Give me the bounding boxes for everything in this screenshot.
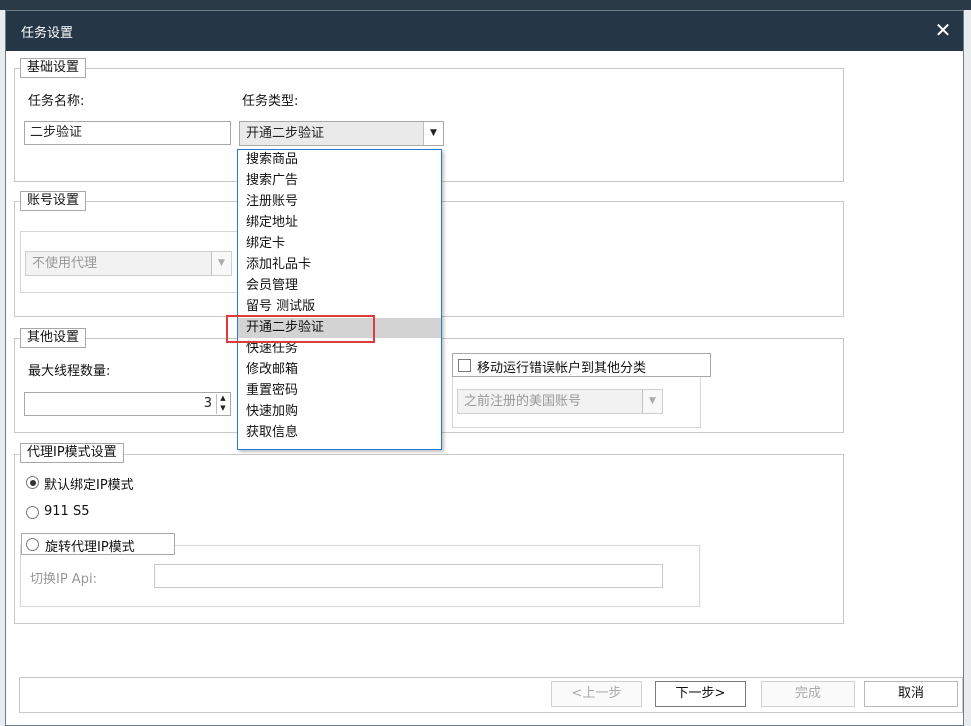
task-name-label: 任务名称: [28, 94, 85, 109]
other-settings-legend: 其他设置 [20, 328, 87, 348]
account-settings-legend: 账号设置 [20, 191, 87, 211]
background-app-right-edge [964, 10, 971, 726]
selection-highlight-box [226, 315, 375, 343]
dropdown-item[interactable]: 修改邮箱 [238, 360, 441, 380]
dropdown-item[interactable]: 绑定卡 [238, 234, 441, 254]
chevron-down-icon[interactable]: ▼ [642, 390, 662, 413]
radio-rotate[interactable] [26, 538, 39, 551]
background-app-header [0, 0, 971, 10]
category-select[interactable]: 之前注册的美国账号 ▼ [457, 389, 663, 414]
switch-api-label: 切换IP Api: [30, 572, 97, 587]
option-rotate-label: 旋转代理IP模式 [45, 540, 135, 555]
spinner[interactable]: ▲ ▼ [216, 394, 229, 414]
dropdown-item[interactable]: 搜索广告 [238, 171, 441, 191]
move-error-checkbox-row[interactable]: 移动运行错误帐户到其他分类 [452, 353, 711, 377]
max-threads-value: 3 [203, 396, 212, 411]
move-error-checkbox[interactable] [458, 359, 471, 372]
option-911-label: 911 S5 [44, 504, 90, 519]
dropdown-item[interactable]: 注册账号 [238, 192, 441, 212]
dropdown-item[interactable]: 绑定地址 [238, 213, 441, 233]
cancel-button[interactable]: 取消 [864, 681, 958, 707]
task-type-select-value: 开通二步验证 [246, 126, 325, 141]
spin-up-icon[interactable]: ▲ [217, 394, 229, 403]
max-threads-input[interactable]: 3 ▲ ▼ [24, 392, 231, 416]
dropdown-item[interactable]: 留号 测试版 [238, 297, 441, 317]
move-error-label: 移动运行错误帐户到其他分类 [477, 361, 647, 376]
task-type-label: 任务类型: [242, 94, 299, 109]
radio-911[interactable] [26, 506, 39, 519]
prev-button[interactable]: <上一步 [551, 681, 642, 707]
proxy-select[interactable]: 不使用代理 ▼ [25, 251, 232, 276]
switch-api-input[interactable] [154, 564, 663, 588]
dropdown-item[interactable]: 搜索商品 [238, 150, 441, 170]
task-settings-dialog: 任务设置 ✕ 基础设置 任务名称: 任务类型: 二步验证 开通二步验证 ▼ 账号… [5, 10, 964, 726]
max-threads-label: 最大线程数量: [28, 364, 111, 379]
dropdown-item[interactable]: 会员管理 [238, 276, 441, 296]
finish-button[interactable]: 完成 [761, 681, 855, 707]
option-default-label: 默认绑定IP模式 [44, 478, 134, 493]
basic-settings-legend: 基础设置 [20, 58, 87, 78]
proxy-select-value: 不使用代理 [32, 256, 98, 271]
dropdown-item[interactable]: 快速加购 [238, 402, 441, 422]
option-911-row[interactable]: 911 S5 [26, 503, 226, 523]
dialog-titlebar: 任务设置 ✕ [6, 11, 963, 51]
chevron-down-icon[interactable]: ▼ [211, 252, 231, 275]
radio-default[interactable] [26, 476, 39, 489]
dialog-title: 任务设置 [21, 26, 74, 41]
dropdown-item[interactable]: 重置密码 [238, 381, 441, 401]
task-type-select[interactable]: 开通二步验证 ▼ [239, 121, 444, 146]
option-default-row[interactable]: 默认绑定IP模式 [26, 473, 226, 493]
option-rotate-row[interactable]: 旋转代理IP模式 [21, 533, 175, 555]
close-icon[interactable]: ✕ [932, 19, 954, 41]
proxy-mode-legend: 代理IP模式设置 [20, 443, 124, 463]
dropdown-item[interactable]: 获取信息 [238, 423, 441, 443]
category-select-value: 之前注册的美国账号 [464, 394, 582, 409]
spin-down-icon[interactable]: ▼ [217, 404, 229, 413]
task-name-input[interactable]: 二步验证 [24, 121, 231, 145]
chevron-down-icon[interactable]: ▼ [423, 122, 443, 145]
next-button[interactable]: 下一步> [655, 681, 746, 707]
dropdown-item[interactable]: 添加礼品卡 [238, 255, 441, 275]
task-type-dropdown-list: 搜索商品 搜索广告 注册账号 绑定地址 绑定卡 添加礼品卡 会员管理 留号 测试… [237, 149, 442, 450]
